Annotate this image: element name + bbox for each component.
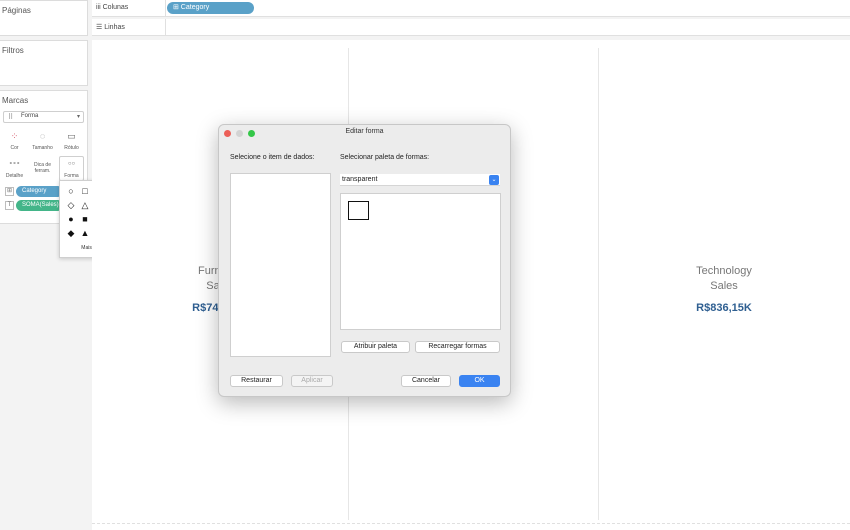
edit-shape-dialog: Editar forma Selecione o item de dados: … xyxy=(218,124,511,397)
detail-icon: ∘∘∘ xyxy=(8,161,21,167)
filters-card[interactable]: Filtros xyxy=(0,40,88,86)
label-field-icon: T xyxy=(5,201,14,210)
pane-bottom-divider xyxy=(92,523,850,524)
restore-button[interactable]: Restaurar xyxy=(230,375,283,387)
transparent-shape-swatch[interactable] xyxy=(348,201,369,220)
size-icon: ◌ xyxy=(39,131,46,141)
pages-title: Páginas xyxy=(2,6,31,15)
rows-shelf: ☰ Linhas xyxy=(92,19,850,36)
detail-button[interactable]: ∘∘∘ Detalhe xyxy=(2,156,27,181)
mark-type-dropdown[interactable]: ⠿ Forma ▾ xyxy=(3,111,84,123)
filters-title: Filtros xyxy=(2,46,24,55)
diamond-shape-icon[interactable]: ◇ xyxy=(64,198,78,212)
square-shape-icon[interactable]: □ xyxy=(78,184,92,198)
assign-palette-button[interactable]: Atribuir paleta xyxy=(341,341,410,353)
marks-title: Marcas xyxy=(2,96,29,105)
label-icon: ▭ xyxy=(67,131,76,141)
dialog-title: Editar forma xyxy=(345,128,384,135)
chevron-down-icon: ▾ xyxy=(76,114,80,120)
columns-icon: iii xyxy=(96,4,101,11)
color-button[interactable]: ⁘ Cor xyxy=(2,128,27,153)
color-label: Cor xyxy=(10,145,19,151)
filled-square-shape-icon[interactable]: ■ xyxy=(78,212,92,226)
shape-palette-pane xyxy=(340,193,501,330)
label-label: Rótulo xyxy=(64,145,79,151)
triangle-up-shape-icon[interactable]: △ xyxy=(78,198,92,212)
pages-card[interactable]: Páginas xyxy=(0,0,88,36)
shape-button[interactable]: ○○ Forma xyxy=(59,156,84,181)
shelf-divider xyxy=(165,19,166,36)
tooltip-button[interactable]: Dica de ferram. xyxy=(30,156,55,181)
columns-title: Colunas xyxy=(102,4,129,11)
shape-mark-icon: ⠿ xyxy=(8,114,14,121)
ok-button[interactable]: OK xyxy=(459,375,500,387)
data-items-list[interactable] xyxy=(230,173,331,357)
rows-icon: ☰ xyxy=(96,24,103,31)
color-icon: ⁘ xyxy=(10,131,19,141)
sum-sales-pill[interactable]: SOMA(Sales) xyxy=(16,200,63,211)
technology-title: Technology Sales xyxy=(598,264,850,294)
filled-circle-shape-icon[interactable]: ● xyxy=(64,212,78,226)
label-button[interactable]: ▭ Rótulo xyxy=(59,128,84,153)
apply-button: Aplicar xyxy=(291,375,333,387)
technology-title-line1: Technology xyxy=(696,265,752,277)
tooltip-label: Dica de ferram. xyxy=(34,162,51,174)
size-label: Tamanho xyxy=(32,145,53,151)
chevron-down-icon: ⌄ xyxy=(489,175,499,185)
reload-shapes-button[interactable]: Recarregar formas xyxy=(415,341,500,353)
filled-diamond-shape-icon[interactable]: ◆ xyxy=(64,226,78,240)
detail-field-icon: ⊞ xyxy=(5,187,14,196)
technology-value: R$836,15K xyxy=(696,302,752,314)
shape-label: Forma xyxy=(64,173,79,179)
left-panel: Páginas Filtros Marcas ⠿ Forma ▾ ⁘ Cor ◌… xyxy=(0,0,88,530)
shape-palette-select[interactable]: transparent ⌄ xyxy=(340,174,500,186)
columns-category-pill[interactable]: ⊞ Category xyxy=(167,2,254,14)
data-items-label: Selecione o item de dados: xyxy=(230,154,315,161)
mark-type-label: Forma xyxy=(21,113,39,119)
cancel-button[interactable]: Cancelar xyxy=(401,375,451,387)
circle-shape-icon[interactable]: ○ xyxy=(64,184,78,198)
rows-title: Linhas xyxy=(104,24,125,31)
category-pill[interactable]: Category xyxy=(16,186,63,197)
technology-title-line2: Sales xyxy=(710,280,738,292)
shelf-divider xyxy=(165,0,166,17)
shape-icon: ○○ xyxy=(67,161,76,167)
palette-select-value: transparent xyxy=(342,176,378,183)
columns-shelf-label: iii Colunas xyxy=(96,4,128,11)
size-button[interactable]: ◌ Tamanho xyxy=(30,128,55,153)
palette-label: Selecionar paleta de formas: xyxy=(340,154,430,161)
rows-shelf-label: ☰ Linhas xyxy=(96,23,125,31)
detail-label: Detalhe xyxy=(5,173,24,179)
filled-triangle-up-shape-icon[interactable]: ▲ xyxy=(78,226,92,240)
